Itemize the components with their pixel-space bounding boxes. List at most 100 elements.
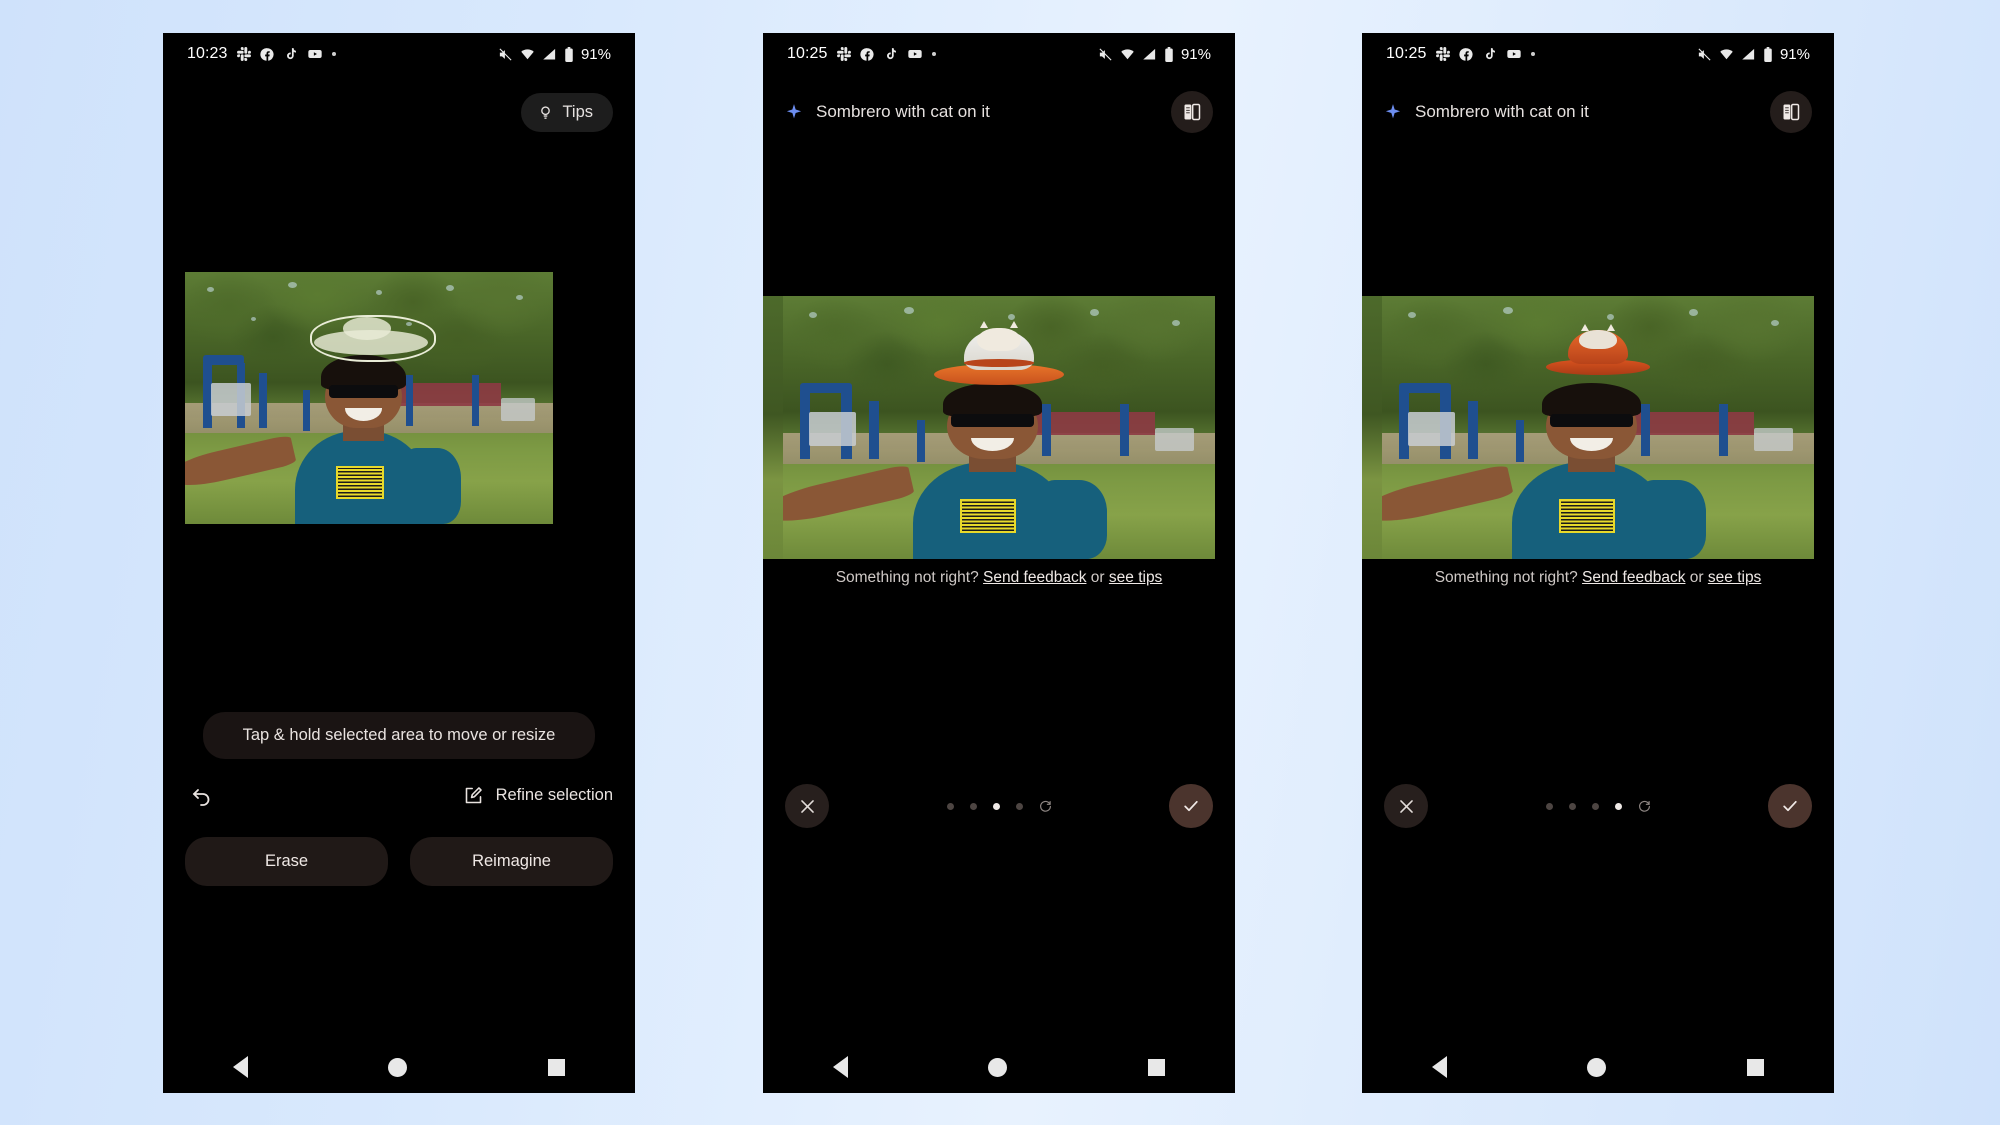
wifi-icon — [1120, 47, 1135, 62]
battery-icon — [564, 46, 574, 62]
feedback-row: Something not right? Send feedback or se… — [763, 569, 1235, 587]
android-nav-bar — [163, 1041, 635, 1093]
feedback-middle: or — [1689, 569, 1704, 586]
carousel-peek-right[interactable] — [763, 296, 783, 559]
youtube-icon — [1506, 46, 1522, 62]
tips-button[interactable]: Tips — [521, 92, 613, 132]
tiktok-icon — [284, 47, 298, 61]
feedback-middle: or — [1090, 569, 1105, 586]
recents-square-icon[interactable] — [547, 1058, 565, 1076]
facebook-icon — [259, 47, 275, 62]
photo-scene — [782, 296, 1216, 559]
confirm-button[interactable] — [1768, 784, 1812, 828]
back-triangle-icon[interactable] — [233, 1056, 249, 1078]
phone-result-3: 10:25 91% Sombrero with cat on it Someth… — [763, 33, 1235, 1093]
status-bar: 10:25 91% — [763, 33, 1235, 75]
photo-scene — [1381, 296, 1815, 559]
carousel-dot-4[interactable] — [1614, 803, 1622, 810]
carousel-dot-4[interactable] — [1015, 803, 1023, 810]
slack-icon — [236, 47, 251, 61]
edit-square-icon — [463, 785, 484, 806]
carousel-dot-2[interactable] — [969, 803, 977, 810]
compare-split-icon — [1781, 102, 1801, 122]
recents-square-icon[interactable] — [1746, 1058, 1764, 1076]
reimagine-button[interactable]: Reimagine — [410, 837, 613, 886]
generated-cat — [1578, 330, 1618, 349]
phone-result-4: 10:25 91% Sombrero with cat on it Someth… — [1362, 33, 1834, 1093]
home-circle-icon[interactable] — [1587, 1057, 1607, 1077]
sparkle-icon — [1384, 103, 1402, 121]
header-bar: Sombrero with cat on it — [1362, 81, 1834, 143]
more-dot-icon — [331, 52, 336, 56]
battery-percent: 91% — [580, 45, 611, 63]
carousel-dot-3[interactable] — [1591, 803, 1599, 810]
see-tips-link[interactable]: see tips — [1109, 569, 1162, 586]
reload-icon[interactable] — [1638, 800, 1651, 813]
tool-row: Refine selection — [185, 778, 613, 812]
compare-split-icon — [1182, 102, 1202, 122]
facebook-icon — [1458, 47, 1474, 62]
compare-button[interactable] — [1171, 91, 1213, 133]
tiktok-icon — [1483, 47, 1497, 61]
signal-icon — [1741, 47, 1756, 62]
recents-square-icon[interactable] — [1147, 1058, 1165, 1076]
carousel-dot-1[interactable] — [946, 803, 954, 810]
carousel-dot-1[interactable] — [1545, 803, 1553, 810]
back-triangle-icon[interactable] — [1432, 1056, 1448, 1078]
undo-icon — [190, 783, 214, 807]
tiktok-icon — [884, 47, 898, 61]
home-circle-icon[interactable] — [388, 1057, 408, 1077]
prompt-text: Sombrero with cat on it — [816, 102, 990, 121]
selection-outline[interactable] — [310, 314, 436, 362]
carousel-bar — [763, 781, 1235, 837]
reload-icon[interactable] — [1039, 800, 1052, 813]
photo-carousel-4[interactable] — [1362, 296, 1834, 559]
prompt-text: Sombrero with cat on it — [1415, 102, 1589, 121]
confirm-button[interactable] — [1169, 784, 1213, 828]
hint-pill: Tap & hold selected area to move or resi… — [203, 712, 595, 759]
erase-button[interactable]: Erase — [185, 837, 388, 886]
battery-icon — [1164, 46, 1174, 62]
undo-button[interactable] — [185, 778, 219, 812]
prompt-display: Sombrero with cat on it — [785, 102, 990, 122]
facebook-icon — [859, 47, 875, 62]
lightbulb-icon — [537, 104, 554, 121]
back-triangle-icon[interactable] — [833, 1056, 849, 1078]
slack-icon — [1435, 47, 1450, 61]
status-bar-left: 10:23 — [187, 45, 336, 63]
phone-selection: 10:23 91% Tips Tap & hold selected area … — [163, 33, 635, 1093]
status-bar-right: 91% — [1697, 46, 1810, 63]
status-bar-left: 10:25 — [787, 45, 936, 63]
carousel-bar — [1362, 781, 1834, 837]
battery-percent: 91% — [1779, 45, 1810, 63]
wifi-icon — [1719, 47, 1734, 62]
more-dot-icon — [1530, 52, 1535, 56]
battery-percent: 91% — [1180, 45, 1211, 63]
photo-carousel-3[interactable] — [763, 296, 1235, 559]
check-icon — [1181, 796, 1201, 816]
refine-selection-button[interactable]: Refine selection — [463, 785, 613, 806]
status-bar: 10:23 91% — [163, 33, 635, 75]
sparkle-icon — [785, 103, 803, 121]
battery-icon — [1763, 46, 1773, 62]
home-circle-icon[interactable] — [988, 1057, 1008, 1077]
carousel-dot-2[interactable] — [1568, 803, 1576, 810]
compare-button[interactable] — [1770, 91, 1812, 133]
status-bar-left: 10:25 — [1386, 45, 1535, 63]
mute-icon — [498, 47, 513, 62]
feedback-prefix: Something not right? — [835, 569, 979, 586]
more-dot-icon — [931, 52, 936, 56]
signal-icon — [542, 47, 557, 62]
see-tips-link[interactable]: see tips — [1708, 569, 1761, 586]
mute-icon — [1098, 47, 1113, 62]
tips-label: Tips — [562, 102, 593, 121]
photo-canvas-selection[interactable] — [185, 272, 553, 524]
wifi-icon — [520, 47, 535, 62]
send-feedback-link[interactable]: Send feedback — [1582, 569, 1685, 586]
carousel-peek-right[interactable] — [1362, 296, 1382, 559]
send-feedback-link[interactable]: Send feedback — [983, 569, 1086, 586]
status-time: 10:25 — [1386, 45, 1427, 62]
carousel-dots — [763, 800, 1235, 813]
screenshot-canvas: 10:23 91% Tips Tap & hold selected area … — [0, 0, 2000, 1125]
carousel-dot-3[interactable] — [992, 803, 1000, 810]
